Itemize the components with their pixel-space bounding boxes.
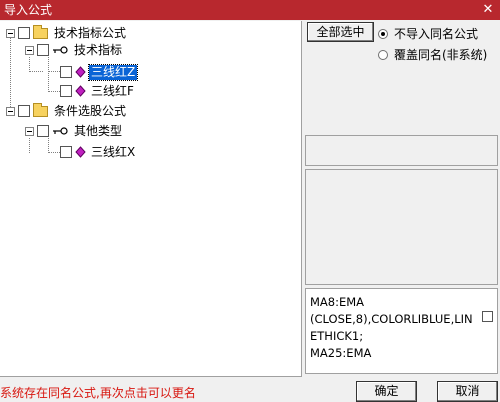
tree-item-sanxianhong-x[interactable]: 三线红X	[60, 144, 137, 160]
title-bar: 导入公式 ✕	[0, 0, 500, 20]
tree-node-label: 三线红X	[91, 144, 136, 159]
close-icon[interactable]: ✕	[482, 0, 494, 20]
folder-icon	[33, 102, 48, 117]
formula-diamond-icon	[75, 146, 86, 158]
info-panel-top	[305, 135, 498, 166]
tree-checkbox[interactable]	[60, 85, 72, 97]
radio-label: 覆盖同名(非系统)	[394, 48, 488, 62]
tree-checkbox[interactable]	[18, 105, 30, 117]
folder-icon	[33, 24, 48, 39]
info-panel-middle	[305, 169, 498, 285]
tree-checkbox[interactable]	[37, 44, 49, 56]
code-line: (CLOSE,8),COLORLIBLUE,LIN	[310, 312, 473, 326]
tree-node-label: 其他类型	[74, 123, 123, 138]
formula-diamond-icon	[75, 85, 86, 97]
tree-checkbox[interactable]	[60, 66, 72, 78]
tree-node-label: 条件选股公式	[54, 103, 127, 118]
tree-node-other-types[interactable]: 其他类型	[25, 123, 124, 139]
tree-item-sanxianhong-z[interactable]: 三线红Z	[60, 63, 139, 81]
formula-code: MA8:EMA (CLOSE,8),COLORLIBLUE,LIN ETHICK…	[310, 294, 478, 362]
radio-button[interactable]	[378, 49, 388, 60]
tree-connector	[48, 57, 49, 92]
cancel-button[interactable]: 取消	[437, 381, 498, 402]
tree-checkbox[interactable]	[18, 27, 30, 39]
ok-button[interactable]: 确定	[356, 381, 417, 402]
radio-no-import[interactable]: 不导入同名公式	[378, 25, 478, 42]
key-icon	[53, 46, 68, 54]
code-line: MA25:EMA	[310, 346, 372, 360]
tree-connector	[48, 91, 60, 92]
tree-node-stock-selection-formulas[interactable]: 条件选股公式	[6, 102, 128, 119]
formula-tree[interactable]: 技术指标公式 技术指标 三线红Z 三线红F 条件选股公式 其他类型 三线红X	[0, 21, 302, 377]
tree-checkbox[interactable]	[60, 146, 72, 158]
tree-node-label: 技术指标	[74, 42, 123, 57]
tree-node-label: 技术指标公式	[54, 25, 127, 40]
radio-overwrite[interactable]: 覆盖同名(非系统)	[378, 46, 487, 63]
code-line: MA8:EMA	[310, 295, 365, 309]
tree-connector	[48, 152, 60, 153]
window-title: 导入公式	[4, 3, 53, 17]
code-line: ETHICK1;	[310, 329, 364, 343]
collapse-icon[interactable]	[6, 28, 15, 38]
key-icon	[53, 127, 68, 135]
tree-node-technical-formulas[interactable]: 技术指标公式	[6, 24, 128, 41]
tree-connector	[29, 138, 30, 153]
radio-button[interactable]	[378, 28, 388, 39]
code-checkbox[interactable]	[482, 311, 493, 322]
tree-checkbox[interactable]	[37, 125, 49, 137]
tree-node-label: 三线红Z	[87, 63, 139, 81]
status-message: 系统存在同名公式,再次点击可以更名	[0, 386, 196, 400]
tree-connector	[29, 57, 30, 72]
tree-connector	[29, 71, 43, 72]
formula-code-box[interactable]: MA8:EMA (CLOSE,8),COLORLIBLUE,LIN ETHICK…	[305, 288, 498, 374]
collapse-icon[interactable]	[6, 106, 15, 116]
tree-connector	[48, 71, 60, 72]
radio-label: 不导入同名公式	[394, 27, 479, 41]
tree-node-technical-indicators[interactable]: 技术指标	[25, 42, 124, 58]
select-all-button[interactable]: 全部选中	[307, 22, 374, 42]
collapse-icon[interactable]	[25, 126, 34, 136]
tree-node-label: 三线红F	[91, 83, 134, 98]
formula-diamond-icon	[75, 66, 86, 78]
tree-item-sanxianhong-f[interactable]: 三线红F	[60, 83, 136, 99]
tree-connector	[10, 37, 11, 111]
collapse-icon[interactable]	[25, 45, 34, 55]
tree-connector	[48, 138, 49, 153]
